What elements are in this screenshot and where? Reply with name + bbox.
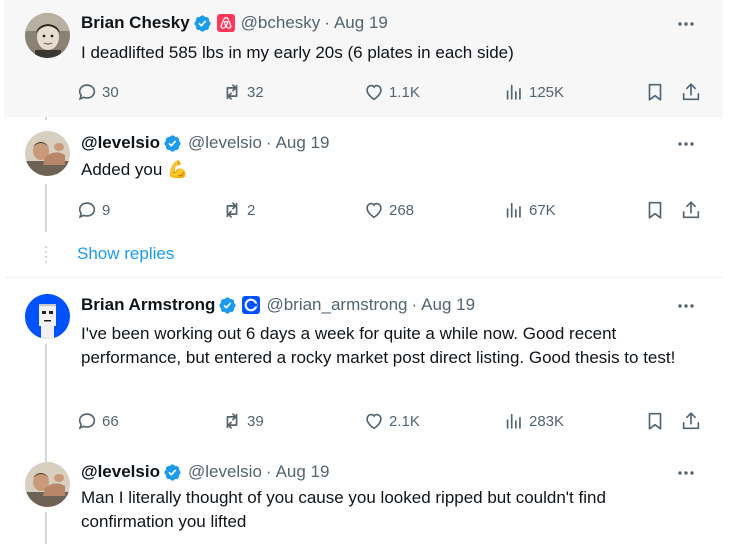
reply-icon xyxy=(78,413,96,430)
views-button[interactable]: 283K xyxy=(503,409,564,433)
retweet-count: 2 xyxy=(247,201,256,219)
handle[interactable]: @levelsio xyxy=(188,462,262,482)
retweet-icon xyxy=(226,413,238,429)
like-count: 1.1K xyxy=(389,83,420,101)
show-replies-link[interactable]: Show replies xyxy=(77,244,174,264)
tweet-header: Brian Chesky @bchesky · Aug 19 xyxy=(81,12,388,34)
views-count: 283K xyxy=(529,412,565,430)
share-button[interactable] xyxy=(680,409,702,433)
like-count: 2.1K xyxy=(389,412,420,430)
thread-dots xyxy=(45,246,47,268)
avatar-image xyxy=(25,131,70,176)
separator: · xyxy=(411,295,418,314)
more-icon[interactable] xyxy=(675,133,697,155)
separator: · xyxy=(265,133,272,152)
avatar-image xyxy=(25,462,70,507)
views-count: 125K xyxy=(529,83,565,101)
like-button[interactable]: 2.1K xyxy=(363,409,420,433)
bookmark-icon xyxy=(648,83,662,101)
airbnb-affiliate-icon[interactable] xyxy=(216,14,235,32)
bookmark-button[interactable] xyxy=(644,198,666,222)
reply-count: 66 xyxy=(102,412,119,430)
share-icon xyxy=(682,83,700,101)
more-icon[interactable] xyxy=(675,13,697,35)
views-button[interactable]: 125K xyxy=(503,80,564,104)
tweet-actions: 66 39 2.1K 283K xyxy=(76,409,716,433)
avatar-image xyxy=(25,13,70,58)
retweet-count: 32 xyxy=(247,83,264,101)
tweet-text: Added you 💪 xyxy=(81,160,189,179)
avatar-image xyxy=(25,294,70,339)
tweet-header: Brian Armstrong @brian_armstrong · Aug 1… xyxy=(81,294,475,316)
tweet[interactable]: Brian Chesky @bchesky · Aug 19 I deadlif… xyxy=(4,0,723,117)
separator: · xyxy=(324,13,330,32)
reply-icon xyxy=(78,202,96,219)
handle[interactable]: @brian_armstrong xyxy=(266,295,407,315)
separator: · xyxy=(265,462,272,481)
views-icon xyxy=(506,84,521,100)
avatar[interactable] xyxy=(25,462,70,507)
more-icon[interactable] xyxy=(675,295,697,317)
reply-button[interactable]: 66 xyxy=(76,409,119,433)
tweet-header: @levelsio @levelsio · Aug 19 xyxy=(81,461,329,483)
share-button[interactable] xyxy=(680,198,702,222)
tweet-actions: 9 2 268 67K xyxy=(76,198,716,222)
tweet-header: @levelsio @levelsio · Aug 19 xyxy=(81,132,329,154)
bookmark-button[interactable] xyxy=(644,409,666,433)
retweet-icon xyxy=(226,84,238,100)
coinbase-affiliate-icon[interactable] xyxy=(242,296,261,314)
display-name[interactable]: @levelsio xyxy=(81,462,160,482)
display-name[interactable]: @levelsio xyxy=(81,133,160,153)
retweet-button[interactable]: 39 xyxy=(221,409,264,433)
views-icon xyxy=(506,202,521,218)
timestamp[interactable]: Aug 19 xyxy=(334,13,388,33)
verified-badge-icon xyxy=(163,134,182,153)
share-icon xyxy=(682,201,700,219)
avatar[interactable] xyxy=(25,13,70,58)
display-name[interactable]: Brian Armstrong xyxy=(81,295,215,315)
retweet-count: 39 xyxy=(247,412,264,430)
reply-button[interactable]: 30 xyxy=(76,80,119,104)
verified-badge-icon xyxy=(163,463,182,482)
timestamp[interactable]: Aug 19 xyxy=(276,462,330,482)
display-name[interactable]: Brian Chesky xyxy=(81,13,190,33)
avatar[interactable] xyxy=(25,294,70,339)
retweet-icon xyxy=(226,202,238,218)
bookmark-button[interactable] xyxy=(644,80,666,104)
handle[interactable]: @levelsio xyxy=(188,133,262,153)
views-count: 67K xyxy=(529,201,556,219)
bookmark-icon xyxy=(648,412,662,430)
like-icon xyxy=(366,202,382,219)
views-button[interactable]: 67K xyxy=(503,198,556,222)
verified-badge-icon xyxy=(218,296,237,315)
verified-badge-icon xyxy=(193,14,212,33)
reply-button[interactable]: 9 xyxy=(76,198,110,222)
timestamp[interactable]: Aug 19 xyxy=(421,295,475,315)
reply-count: 9 xyxy=(102,201,111,219)
tweet-text: I deadlifted 585 lbs in my early 20s (6 … xyxy=(81,43,514,62)
like-icon xyxy=(366,84,382,101)
bookmark-icon xyxy=(648,201,662,219)
share-icon xyxy=(682,412,700,430)
tweet-actions: 30 32 1.1K 125K xyxy=(76,80,716,104)
share-button[interactable] xyxy=(680,80,702,104)
reply-count: 30 xyxy=(102,83,119,101)
more-icon[interactable] xyxy=(675,462,697,484)
like-icon xyxy=(366,413,382,430)
avatar[interactable] xyxy=(25,131,70,176)
like-button[interactable]: 1.1K xyxy=(363,80,420,104)
retweet-button[interactable]: 32 xyxy=(221,80,264,104)
retweet-button[interactable]: 2 xyxy=(221,198,255,222)
tweet-text: I've been working out 6 days a week for … xyxy=(81,324,676,367)
handle[interactable]: @bchesky xyxy=(241,13,321,33)
tweet[interactable]: @levelsio @levelsio · Aug 19 Man I liter… xyxy=(4,448,723,544)
tweet[interactable]: @levelsio @levelsio · Aug 19 Added you 💪… xyxy=(4,118,723,236)
views-icon xyxy=(506,413,521,429)
like-button[interactable]: 268 xyxy=(363,198,414,222)
like-count: 268 xyxy=(389,201,415,219)
timestamp[interactable]: Aug 19 xyxy=(276,133,330,153)
tweet[interactable]: Brian Armstrong @brian_armstrong · Aug 1… xyxy=(4,278,723,446)
reply-icon xyxy=(78,84,96,101)
tweet-text: Man I literally thought of you cause you… xyxy=(81,488,606,531)
